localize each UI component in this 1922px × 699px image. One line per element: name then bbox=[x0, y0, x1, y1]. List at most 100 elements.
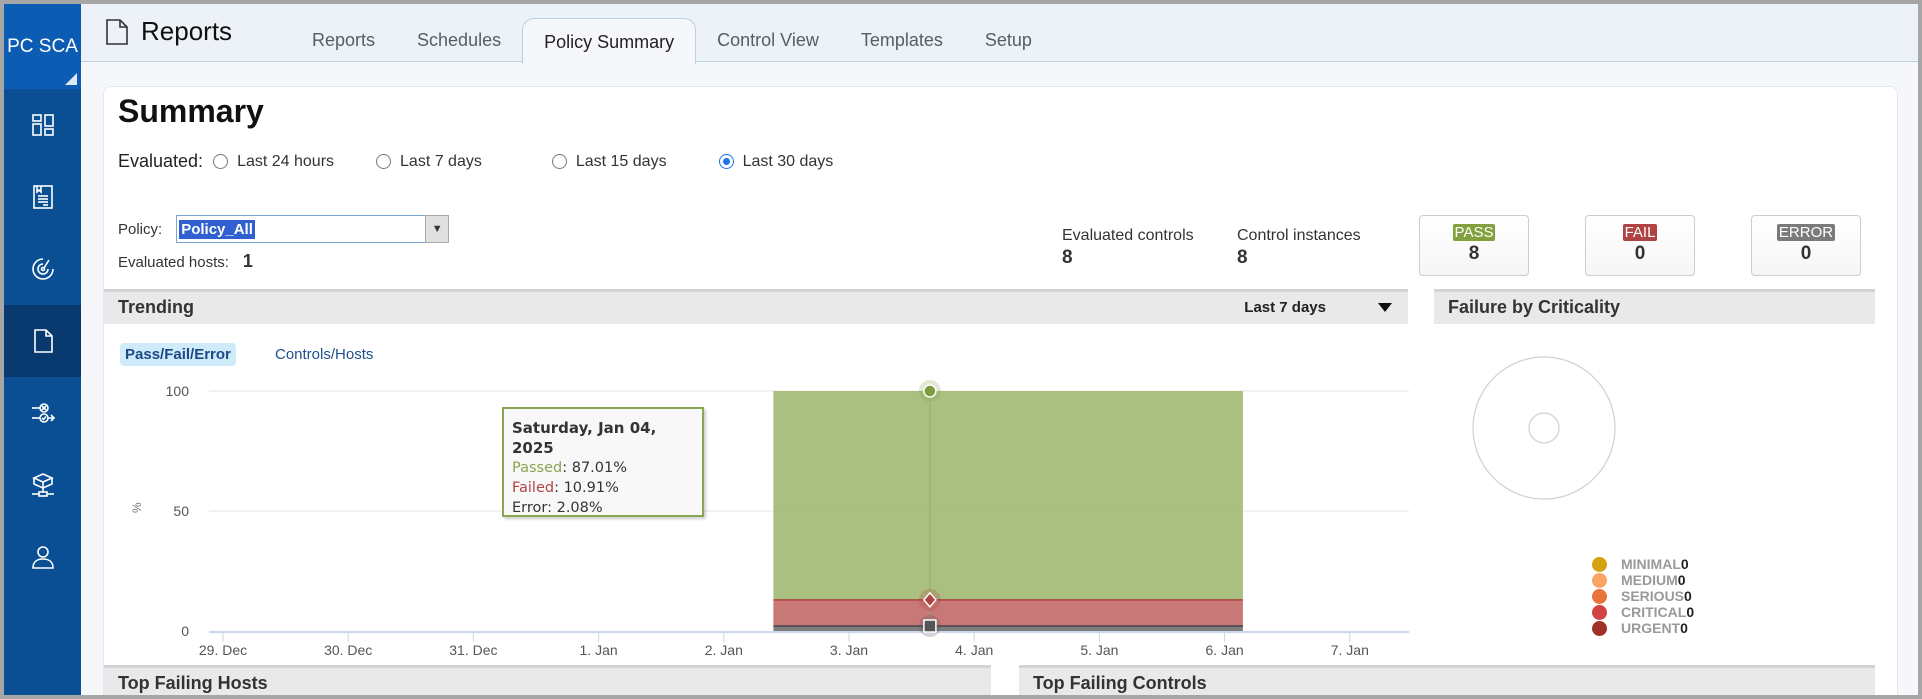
x-tick-label: 30. Dec bbox=[324, 642, 372, 657]
chevron-down-icon[interactable]: ▼ bbox=[425, 215, 450, 243]
legend-label: SERIOUS bbox=[1621, 588, 1685, 604]
legend-value: 0 bbox=[1684, 588, 1692, 604]
app-title-text: Reports bbox=[141, 16, 233, 46]
donut-outer-ring bbox=[1472, 356, 1616, 500]
brand-menu[interactable]: PC SCA bbox=[4, 4, 81, 89]
sidebar-item-dashboard[interactable] bbox=[4, 89, 81, 161]
brand-label: PC SCA bbox=[7, 35, 78, 57]
sidebar-item-assets[interactable] bbox=[4, 449, 81, 521]
legend-value: 0 bbox=[1677, 572, 1686, 588]
legend-dot bbox=[1592, 556, 1607, 572]
sidebar-item-reports[interactable] bbox=[4, 305, 81, 377]
tab-policy-summary[interactable]: Policy Summary bbox=[522, 18, 697, 64]
fail-count: 0 bbox=[1634, 243, 1646, 264]
sidebar-item-exceptions[interactable] bbox=[4, 377, 81, 449]
failed-area bbox=[773, 599, 1243, 627]
criticality-donut-chart bbox=[1472, 356, 1616, 500]
legend-dot bbox=[1592, 604, 1607, 620]
legend-label: MEDIUM bbox=[1621, 572, 1678, 588]
tooltip-error-value: 2.08% bbox=[556, 500, 603, 516]
tab-reports[interactable]: Reports bbox=[291, 18, 396, 63]
policy-select-value[interactable]: Policy_All bbox=[179, 219, 255, 239]
policy-select[interactable]: Policy_All ▼ bbox=[176, 215, 450, 243]
failure-by-criticality-title: Failure by Criticality bbox=[1448, 297, 1621, 317]
radio-label: Last 7 days bbox=[400, 152, 482, 170]
sidebar-item-policies[interactable] bbox=[4, 161, 81, 233]
x-tick-label: 7. Jan bbox=[1331, 642, 1369, 657]
donut-inner-ring bbox=[1528, 412, 1560, 444]
legend-value: 0 bbox=[1680, 620, 1688, 636]
legend-item-medium[interactable]: MEDIUM 0 bbox=[1592, 572, 1694, 588]
passed-marker bbox=[923, 384, 937, 398]
radio-last-15-days[interactable]: Last 15 days bbox=[551, 153, 667, 171]
evaluated-controls-label: Evaluated controls bbox=[1062, 227, 1194, 244]
radio-dot[interactable] bbox=[551, 154, 567, 169]
radio-last-30-days[interactable]: Last 30 days bbox=[718, 153, 833, 171]
tab-control-view[interactable]: Control View bbox=[696, 18, 840, 63]
tooltip-passed-label: Passed bbox=[512, 460, 563, 476]
legend-value: 0 bbox=[1686, 604, 1695, 620]
tooltip-title: Saturday, Jan 04, 2025 bbox=[512, 419, 657, 457]
evaluated-label: Evaluated: bbox=[118, 151, 204, 171]
legend-label: MINIMAL bbox=[1621, 556, 1681, 572]
radio-dot[interactable] bbox=[718, 154, 734, 169]
legend-item-critical[interactable]: CRITICAL 0 bbox=[1592, 604, 1694, 620]
tab-schedules[interactable]: Schedules bbox=[396, 18, 522, 63]
evaluated-range-group: Evaluated: Last 24 hours Last 7 days Las… bbox=[118, 151, 875, 172]
chart-tooltip: Saturday, Jan 04, 2025 Passed: 87.01% Fa… bbox=[502, 407, 704, 517]
y-axis-label: % bbox=[130, 502, 144, 513]
evaluated-hosts: Evaluated hosts: 1 bbox=[118, 251, 253, 272]
legend-item-minimal[interactable]: MINIMAL 0 bbox=[1592, 556, 1694, 572]
criticality-legend: MINIMAL 0 MEDIUM 0 SERIOUS 0 CRITICAL 0 URGE… bbox=[1592, 556, 1694, 636]
trending-title: Trending bbox=[118, 297, 194, 317]
policy-label: Policy: bbox=[118, 220, 163, 238]
sidebar-item-users[interactable] bbox=[4, 521, 81, 593]
y-tick-label: 100 bbox=[166, 383, 190, 399]
legend-label: CRITICAL bbox=[1621, 604, 1687, 620]
legend-item-urgent[interactable]: URGENT 0 bbox=[1592, 620, 1694, 636]
evaluated-controls-stat: Evaluated controls 8 bbox=[1062, 227, 1194, 269]
fail-count-box[interactable]: FAIL 0 bbox=[1585, 215, 1695, 276]
control-instances-value: 8 bbox=[1237, 247, 1248, 268]
trend-range-dropdown[interactable]: Last 7 days bbox=[1244, 292, 1392, 323]
radio-dot[interactable] bbox=[213, 154, 229, 169]
evaluated-hosts-label: Evaluated hosts: bbox=[118, 254, 229, 271]
user-icon bbox=[31, 546, 54, 569]
tab-setup[interactable]: Setup bbox=[964, 18, 1053, 63]
control-instances-label: Control instances bbox=[1237, 227, 1361, 244]
evaluated-hosts-value: 1 bbox=[242, 251, 253, 271]
x-tick-label: 5. Jan bbox=[1080, 642, 1118, 657]
legend-dot bbox=[1592, 588, 1607, 604]
pass-badge: PASS bbox=[1452, 224, 1496, 241]
radio-dot[interactable] bbox=[376, 154, 392, 169]
x-tick-label: 2. Jan bbox=[705, 642, 743, 657]
legend-item-serious[interactable]: SERIOUS 0 bbox=[1592, 588, 1694, 604]
fail-badge: FAIL bbox=[1622, 224, 1658, 241]
x-tick-label: 4. Jan bbox=[955, 642, 993, 657]
top-failing-controls-header: Top Failing Controls bbox=[1019, 665, 1875, 695]
sidebar-item-scans[interactable] bbox=[4, 233, 81, 305]
dashboard-icon bbox=[31, 114, 54, 136]
subtab-controls-hosts[interactable]: Controls/Hosts bbox=[270, 343, 378, 366]
workflow-icon bbox=[31, 403, 55, 423]
error-count: 0 bbox=[1800, 243, 1812, 264]
legend-label: URGENT bbox=[1621, 620, 1681, 636]
tab-templates[interactable]: Templates bbox=[840, 18, 964, 63]
tooltip-failed-label: Failed bbox=[512, 480, 555, 496]
policy-row: Policy: Policy_All ▼ bbox=[118, 215, 450, 243]
top-failing-hosts-header: Top Failing Hosts bbox=[104, 665, 991, 695]
tooltip-failed-value: 10.91% bbox=[563, 480, 619, 496]
radio-last-24-hours[interactable]: Last 24 hours bbox=[213, 153, 334, 171]
subtab-pass-fail-error[interactable]: Pass/Fail/Error bbox=[120, 343, 236, 366]
document-icon bbox=[106, 18, 128, 45]
x-tick-label: 29. Dec bbox=[199, 642, 247, 657]
top-failing-controls-title: Top Failing Controls bbox=[1033, 673, 1207, 693]
error-count-box[interactable]: ERROR 0 bbox=[1751, 215, 1861, 276]
gauge-icon bbox=[31, 258, 54, 280]
tooltip-passed-value: 87.01% bbox=[571, 460, 628, 476]
control-instances-stat: Control instances 8 bbox=[1237, 227, 1361, 269]
pass-count-box[interactable]: PASS 8 bbox=[1419, 215, 1529, 276]
radio-last-7-days[interactable]: Last 7 days bbox=[376, 153, 482, 171]
tooltip-error: Error: 2.08% bbox=[512, 500, 603, 516]
trend-chart: 0 50 100% 29. Dec 30. Dec 31. Dec 1. Jan 2. Jan… bbox=[130, 380, 1409, 657]
